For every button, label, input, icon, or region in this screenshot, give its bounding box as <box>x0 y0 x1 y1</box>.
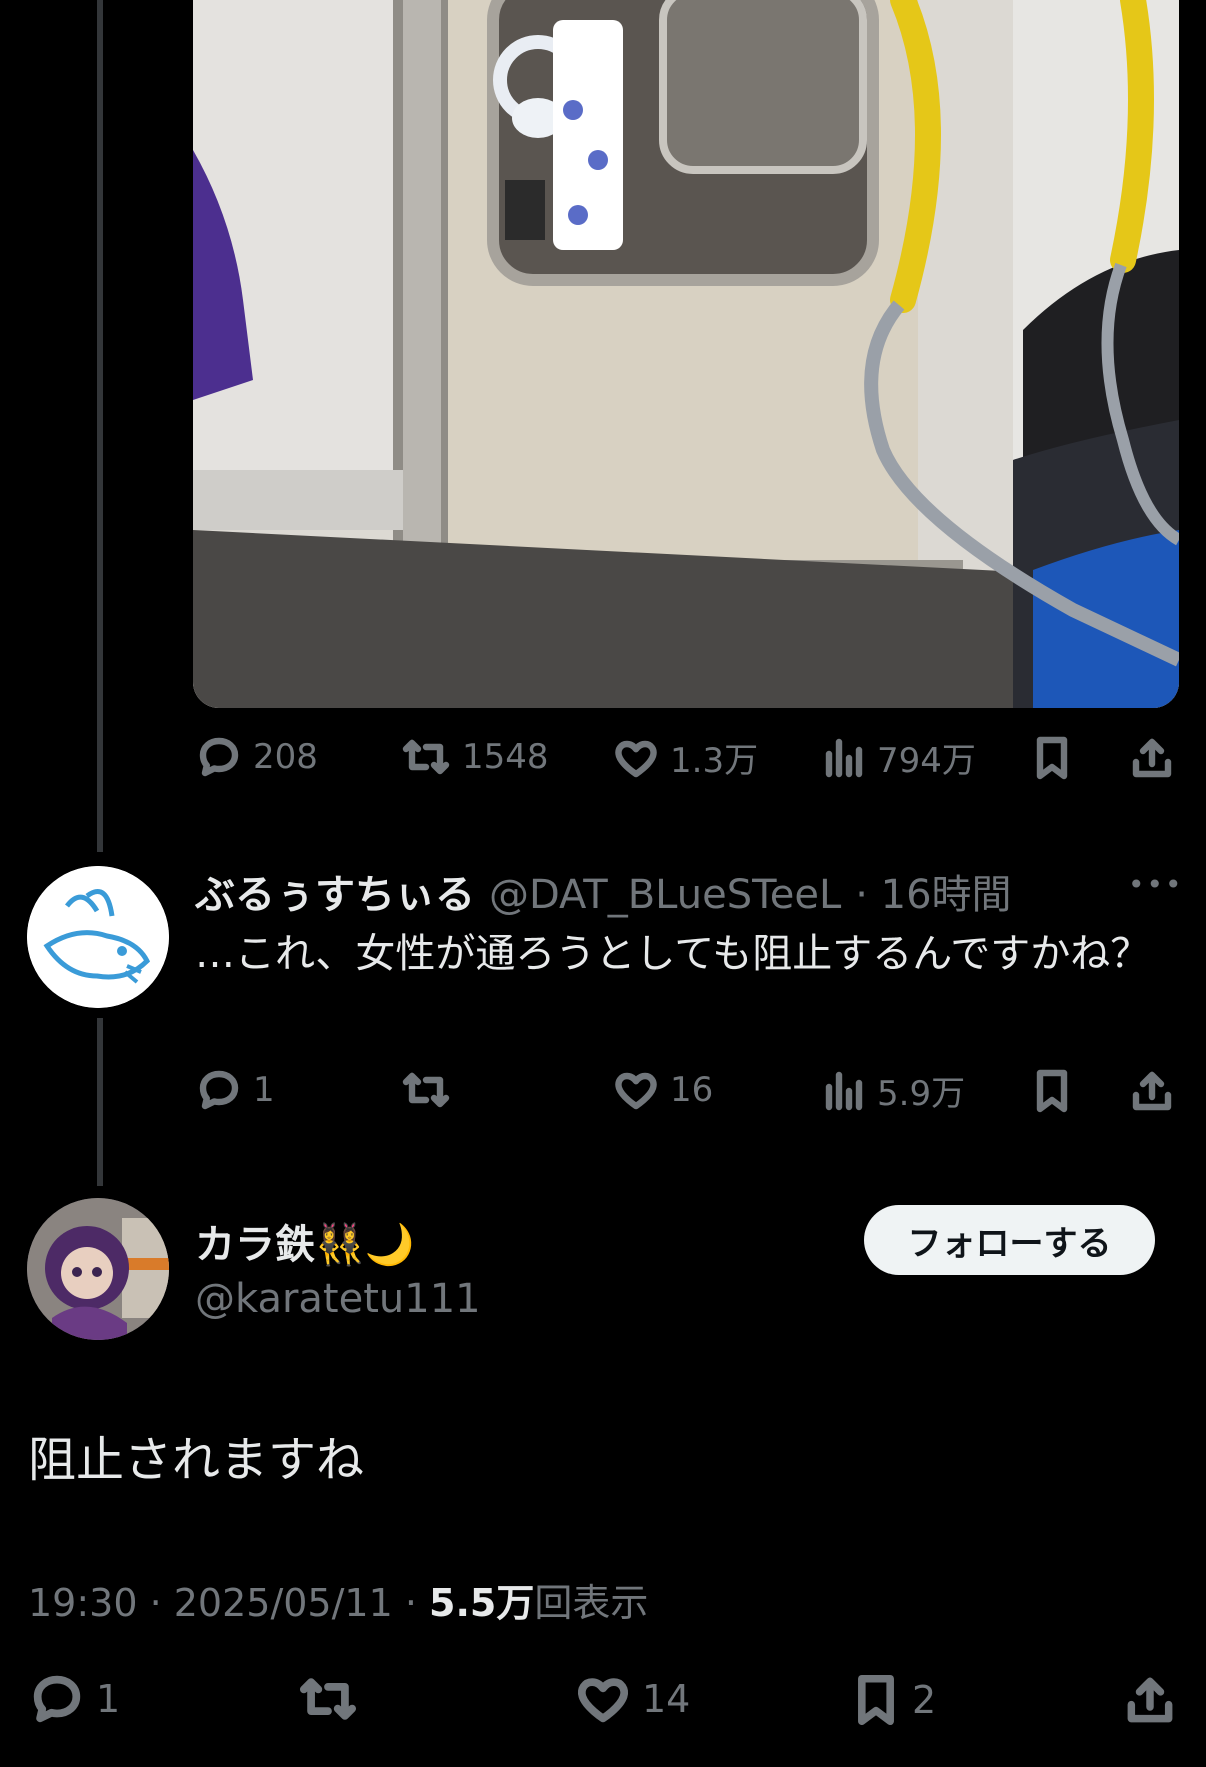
main-handle[interactable]: @karatetu111 <box>195 1276 481 1322</box>
reply-icon <box>33 1675 81 1723</box>
heart-icon <box>615 740 657 777</box>
retweet-icon <box>402 739 450 775</box>
reply-header: ぶるぅすちぃる @DAT_BLueSTeeL · 16時間 <box>195 862 1012 920</box>
views-count: 5.9万 <box>877 1074 966 1114</box>
share-action[interactable] <box>1128 733 1176 783</box>
retweet-action[interactable] <box>400 1066 462 1114</box>
rabbit-avatar-icon <box>27 866 169 1008</box>
view-count: 5.5万 <box>429 1581 535 1625</box>
more-options-icon[interactable]: ••• <box>1128 868 1184 901</box>
views-icon <box>825 1071 863 1110</box>
main-tweet-actions: 1 14 2 <box>28 1670 1178 1730</box>
like-action[interactable]: 14 <box>574 1670 690 1728</box>
reply-count: 1 <box>96 1677 121 1721</box>
bookmark-action[interactable] <box>1030 1066 1074 1116</box>
reply-text: …これ、女性が通ろうとしても阻止するんですかね？ <box>195 931 1151 977</box>
views-action[interactable]: 5.9万 <box>823 1066 965 1115</box>
share-action[interactable] <box>1122 1670 1178 1730</box>
reply-display-name[interactable]: ぶるぅすちぃる <box>195 872 475 918</box>
main-avatar[interactable] <box>27 1198 169 1340</box>
thread-line-middle <box>97 1018 103 1186</box>
reply-count: 1 <box>253 1070 275 1110</box>
follow-button[interactable]: フォローする <box>864 1205 1155 1275</box>
retweet-action[interactable]: 1548 <box>400 733 549 781</box>
views-action[interactable]: 794万 <box>823 733 976 782</box>
views-count: 794万 <box>877 741 976 781</box>
main-display-name[interactable]: カラ鉄👯‍♀️🌙 <box>195 1212 415 1270</box>
thread-line-top <box>97 0 103 852</box>
retweet-count: 1548 <box>462 737 549 777</box>
reply-icon <box>199 737 239 777</box>
tweet-meta: 19:30 · 2025/05/11 · 5.5万回表示 <box>28 1572 648 1627</box>
share-icon <box>1132 738 1172 778</box>
reply-avatar[interactable] <box>27 866 169 1008</box>
doll-avatar-icon <box>27 1198 169 1340</box>
original-tweet-actions: 208 1548 1.3万 794万 <box>195 733 1175 793</box>
main-tweet-text: 阻止されますね <box>28 1432 365 1488</box>
bookmark-action[interactable] <box>1030 733 1074 783</box>
bookmark-action[interactable]: 2 <box>850 1670 936 1730</box>
bookmark-icon <box>858 1674 894 1726</box>
reply-actions: 1 16 5.9万 <box>195 1066 1175 1126</box>
tweet-timestamp[interactable]: 19:30 · 2025/05/11 · <box>28 1581 429 1625</box>
reply-count: 208 <box>253 737 318 777</box>
like-count: 14 <box>642 1677 691 1721</box>
like-action[interactable]: 1.3万 <box>612 733 758 782</box>
reply-handle[interactable]: @DAT_BLueSTeeL <box>489 872 841 918</box>
like-action[interactable]: 16 <box>612 1066 713 1114</box>
bookmark-icon <box>1036 736 1068 780</box>
share-icon <box>1132 1071 1172 1111</box>
reply-action[interactable]: 208 <box>195 733 318 781</box>
heart-icon <box>578 1678 628 1723</box>
like-count: 1.3万 <box>670 741 759 781</box>
view-label: 回表示 <box>534 1581 649 1625</box>
share-icon <box>1127 1677 1173 1723</box>
reply-icon <box>199 1070 239 1110</box>
retweet-icon <box>402 1072 450 1108</box>
views-icon <box>825 738 863 777</box>
reply-time[interactable]: · 16時間 <box>855 872 1011 918</box>
bookmark-count: 2 <box>912 1678 937 1722</box>
heart-icon <box>615 1072 657 1110</box>
tweet-photo[interactable] <box>193 0 1179 708</box>
retweet-action[interactable] <box>296 1670 370 1728</box>
reply-action[interactable]: 1 <box>28 1670 120 1728</box>
like-count: 16 <box>670 1070 714 1110</box>
reply-action[interactable]: 1 <box>195 1066 275 1114</box>
bookmark-icon <box>1036 1069 1068 1113</box>
retweet-icon <box>299 1678 357 1720</box>
share-action[interactable] <box>1128 1066 1176 1116</box>
